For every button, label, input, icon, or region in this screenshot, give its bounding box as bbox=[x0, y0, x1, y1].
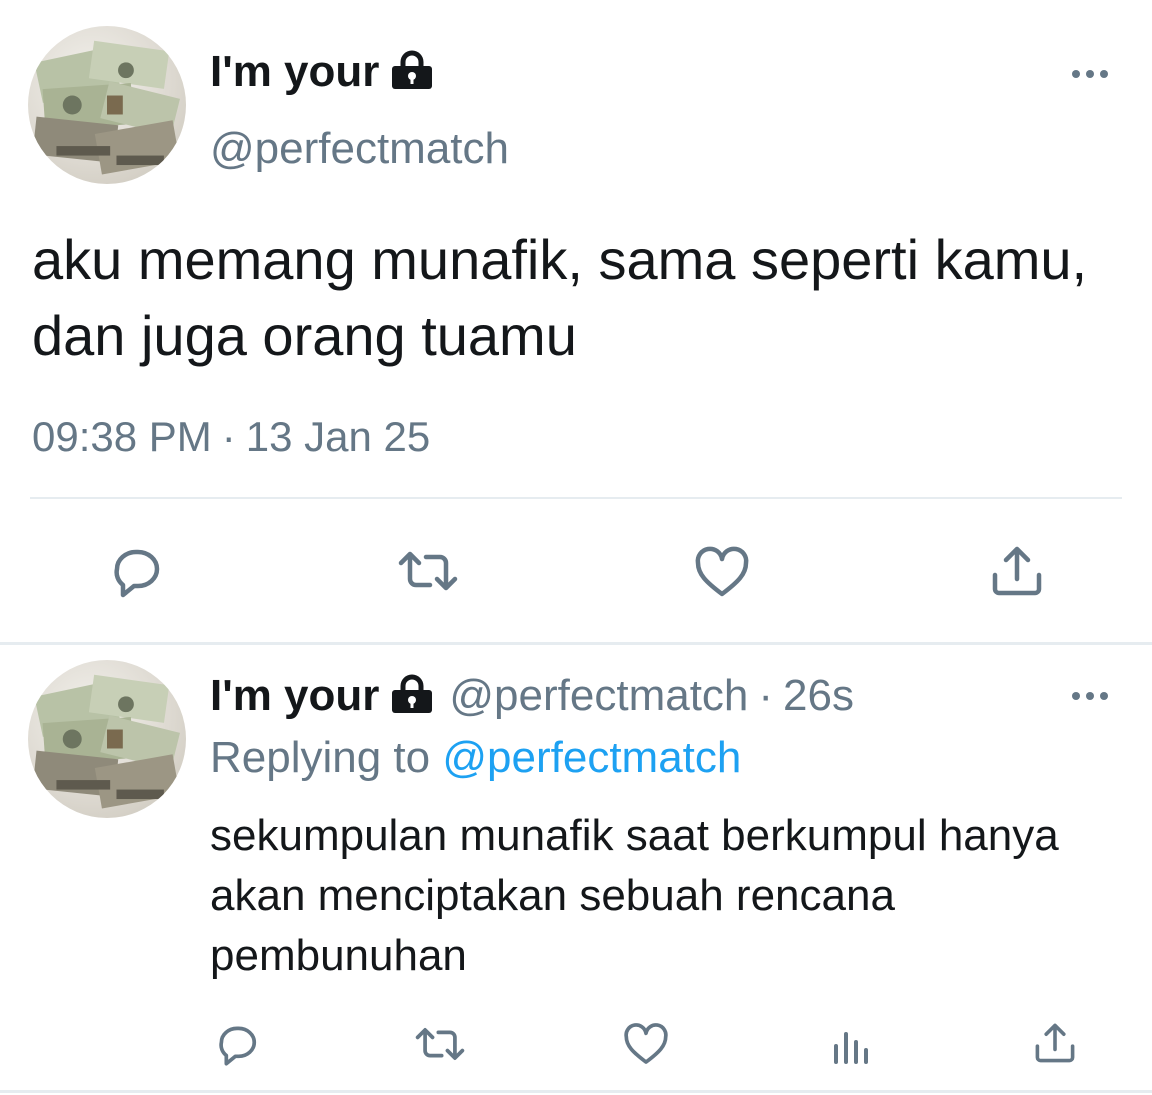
tweet-text: aku memang munafik, sama seperti kamu, d… bbox=[32, 228, 1088, 367]
tweet-time: 09:38 PM bbox=[32, 413, 212, 460]
tweet-date: 13 Jan 25 bbox=[245, 413, 431, 460]
like-icon bbox=[695, 546, 749, 597]
replying-to-handle-link[interactable]: @perfectmatch bbox=[442, 733, 741, 782]
timestamp-separator: · bbox=[221, 413, 236, 460]
section-divider bbox=[0, 642, 1152, 645]
like-icon bbox=[624, 1023, 668, 1064]
author-avatar[interactable] bbox=[28, 26, 186, 184]
divider bbox=[30, 497, 1122, 499]
reply-reply-button[interactable] bbox=[212, 1020, 262, 1068]
money-stack-image bbox=[32, 40, 180, 175]
retweet-button[interactable] bbox=[392, 545, 464, 597]
share-icon bbox=[992, 546, 1042, 596]
reply-more-options-icon[interactable] bbox=[1072, 690, 1112, 702]
reply-analytics-button[interactable] bbox=[826, 1024, 874, 1068]
retweet-icon bbox=[398, 551, 458, 591]
tweet-timestamp[interactable]: 09:38 PM · 13 Jan 25 bbox=[32, 416, 430, 458]
reply-header: I'm your @perfectmatch · 26s bbox=[210, 674, 854, 718]
reply-icon bbox=[114, 549, 160, 598]
reply-age[interactable]: 26s bbox=[783, 671, 854, 720]
reply-share-button[interactable] bbox=[1030, 1018, 1080, 1068]
more-options-icon[interactable] bbox=[1072, 68, 1112, 80]
share-button[interactable] bbox=[986, 541, 1048, 601]
reply-author-handle[interactable]: @perfectmatch bbox=[449, 671, 748, 720]
lock-icon bbox=[392, 50, 433, 89]
author-name[interactable]: I'm your bbox=[210, 50, 435, 94]
reply-meta-separator: · bbox=[758, 671, 774, 720]
lock-icon bbox=[392, 674, 433, 713]
author-name-text[interactable]: I'm your bbox=[210, 47, 379, 96]
money-stack-image bbox=[32, 674, 180, 809]
reply-author-avatar[interactable] bbox=[28, 660, 186, 818]
replying-to: Replying to @perfectmatch bbox=[210, 736, 741, 780]
author-handle[interactable]: @perfectmatch bbox=[210, 127, 509, 171]
reply-icon bbox=[219, 1026, 257, 1066]
reply-button[interactable] bbox=[104, 543, 168, 599]
share-icon bbox=[1035, 1023, 1075, 1063]
replying-to-prefix: Replying to bbox=[210, 733, 431, 782]
analytics-icon bbox=[834, 1032, 868, 1064]
reply-text: sekumpulan munafik saat berkumpul hanya … bbox=[210, 811, 1059, 980]
retweet-icon bbox=[415, 1028, 465, 1060]
bottom-divider bbox=[0, 1090, 1152, 1093]
like-button[interactable] bbox=[690, 543, 754, 601]
reply-like-button[interactable] bbox=[620, 1020, 672, 1068]
reply-author-name[interactable]: I'm your bbox=[210, 671, 379, 720]
reply-retweet-button[interactable] bbox=[410, 1022, 470, 1066]
